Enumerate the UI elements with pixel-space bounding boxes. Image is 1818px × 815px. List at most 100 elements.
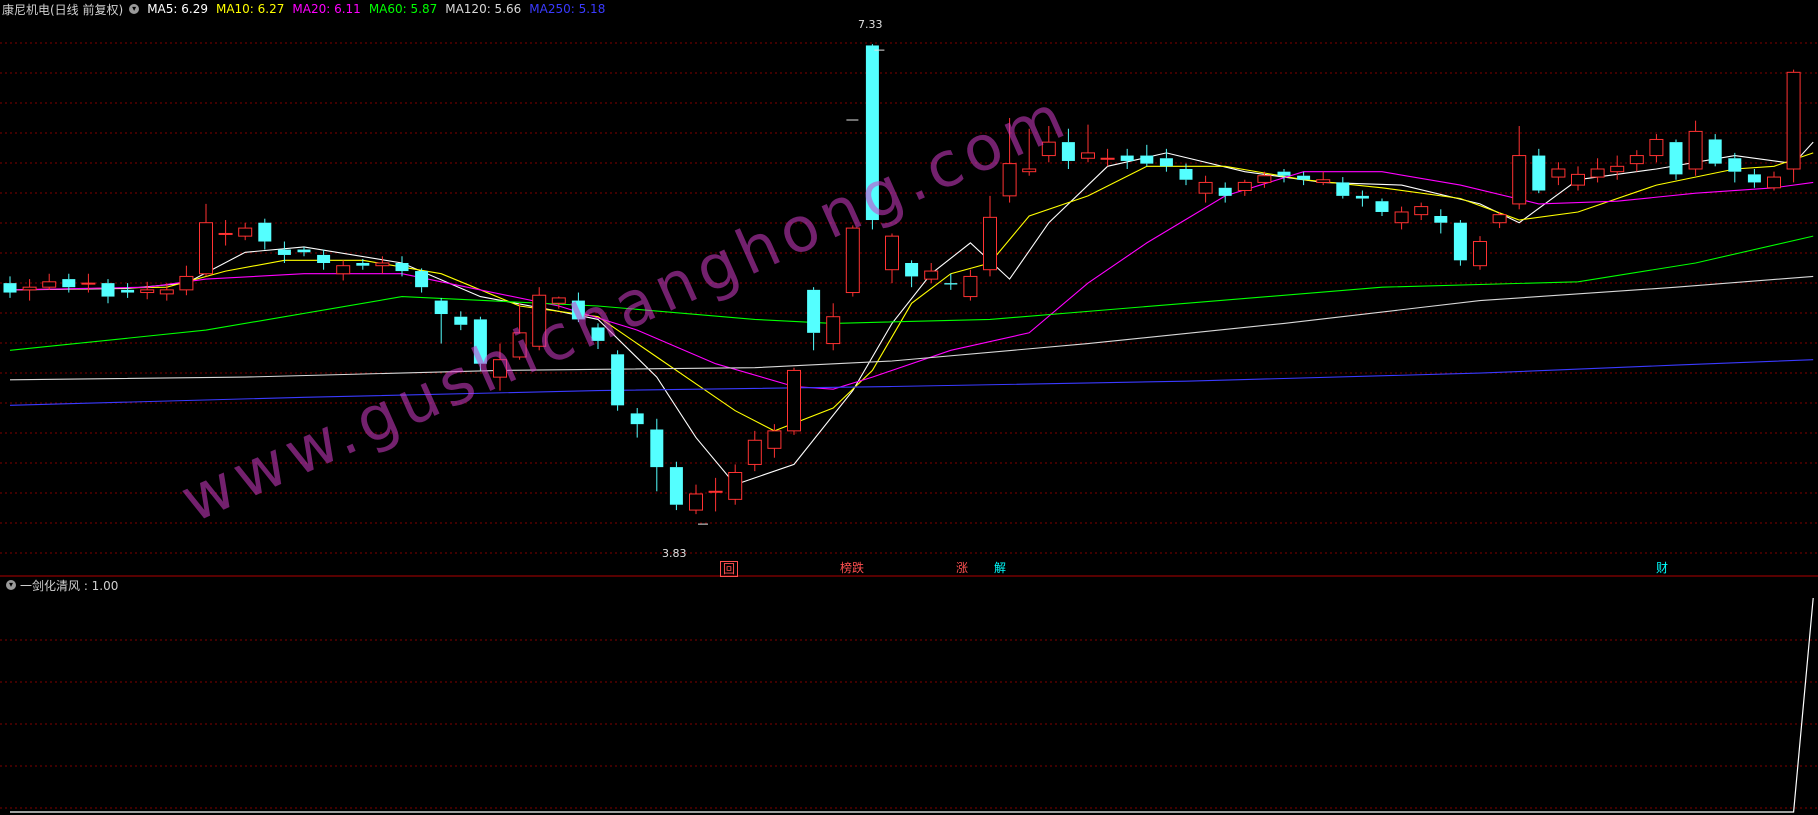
legend-ma120: MA120: 5.66 bbox=[445, 2, 522, 16]
legend-ma20: MA20: 6.11 bbox=[292, 2, 361, 16]
candle-body-down bbox=[905, 263, 919, 277]
candle-body-up bbox=[1571, 173, 1585, 186]
candle-body-down bbox=[1669, 142, 1683, 175]
candle bbox=[826, 303, 841, 351]
candle-body-up bbox=[1257, 175, 1272, 183]
candle-body-down bbox=[1277, 171, 1291, 176]
indicator-legend: ▾ 一剑化清风 : 1.00 bbox=[2, 577, 118, 593]
candle-body-down bbox=[1140, 155, 1154, 164]
candle-body-up bbox=[22, 286, 37, 291]
candle-body-up bbox=[1237, 181, 1252, 191]
candle-body-up bbox=[1512, 155, 1527, 205]
candle bbox=[42, 273, 57, 290]
candlesticks bbox=[3, 44, 1801, 515]
legend-ma5: MA5: 6.29 bbox=[147, 2, 208, 16]
signal-cai: 财 bbox=[1656, 561, 1669, 575]
legend-ma250: MA250: 5.18 bbox=[529, 2, 606, 16]
candle bbox=[434, 297, 448, 344]
candle bbox=[1767, 171, 1781, 191]
candle-body-up bbox=[1492, 214, 1507, 224]
candle-body-down bbox=[591, 327, 605, 341]
candle bbox=[1610, 155, 1625, 180]
candle bbox=[1492, 211, 1507, 229]
candle-body-up bbox=[1316, 179, 1331, 183]
candle-body-up bbox=[1041, 141, 1056, 157]
candle-body-up bbox=[1786, 71, 1801, 170]
candle-body-up bbox=[42, 281, 57, 288]
candle bbox=[1669, 139, 1683, 180]
candle bbox=[807, 287, 821, 351]
candle bbox=[885, 233, 899, 284]
candle bbox=[787, 367, 801, 435]
candle bbox=[571, 292, 585, 323]
candle bbox=[512, 303, 527, 360]
candle bbox=[1061, 128, 1075, 169]
candle bbox=[669, 461, 683, 511]
candle-body-up bbox=[1198, 181, 1213, 194]
candle bbox=[1629, 150, 1644, 172]
candle bbox=[1336, 177, 1350, 199]
candle bbox=[258, 218, 272, 250]
candle-body-up bbox=[787, 369, 801, 432]
candle-body-down bbox=[1061, 142, 1075, 161]
candle bbox=[1022, 128, 1037, 176]
candle-body-up bbox=[767, 430, 782, 449]
candle-body-up bbox=[81, 282, 96, 285]
legend-ma60: MA60: 5.87 bbox=[368, 2, 438, 16]
candle-body-down bbox=[454, 316, 468, 325]
candle bbox=[1002, 117, 1017, 203]
low-price-label: 3.83 bbox=[662, 547, 687, 560]
candle-body-up bbox=[159, 289, 174, 295]
candle bbox=[1512, 126, 1527, 210]
candle bbox=[22, 279, 37, 301]
collapse-icon[interactable]: ▾ bbox=[129, 4, 140, 14]
candle-body-up bbox=[747, 439, 762, 465]
candle bbox=[1571, 166, 1585, 191]
candle bbox=[1649, 134, 1664, 163]
candle-body-down bbox=[1747, 174, 1761, 183]
candle-body-up bbox=[1100, 157, 1115, 160]
collapse-icon[interactable]: ▾ bbox=[6, 580, 16, 590]
candle bbox=[415, 268, 429, 293]
candle-body-down bbox=[571, 300, 585, 320]
candle-body-up bbox=[1022, 168, 1037, 173]
candle-body-down bbox=[415, 271, 429, 288]
candle-body-down bbox=[1708, 139, 1722, 164]
candle bbox=[728, 464, 743, 505]
candle-body-down bbox=[121, 289, 135, 293]
candle bbox=[317, 249, 331, 270]
candle-body-down bbox=[473, 319, 487, 364]
candle-body-down bbox=[944, 283, 958, 285]
candle bbox=[101, 279, 115, 304]
candle bbox=[1688, 120, 1703, 176]
candle-body-down bbox=[1336, 182, 1350, 196]
candle-body-up bbox=[1081, 152, 1095, 159]
candle-body-down bbox=[277, 249, 291, 255]
candle bbox=[1120, 148, 1134, 169]
kline-chart[interactable] bbox=[0, 0, 1818, 815]
candle bbox=[1453, 220, 1467, 266]
candle-body-down bbox=[611, 354, 625, 406]
candle-body-up bbox=[1767, 176, 1781, 189]
candle-body-down bbox=[650, 429, 664, 468]
candle-body-up bbox=[336, 265, 351, 275]
candle-body-up bbox=[238, 227, 253, 237]
candle bbox=[218, 220, 233, 246]
candle bbox=[747, 430, 762, 472]
candle bbox=[845, 225, 860, 297]
candle bbox=[493, 343, 507, 391]
candle bbox=[983, 195, 997, 277]
candle-body-down bbox=[395, 263, 409, 272]
candle-body-up bbox=[885, 235, 899, 271]
candle bbox=[1140, 144, 1154, 167]
candle-body-down bbox=[1375, 201, 1389, 212]
candle-body-down bbox=[1218, 187, 1232, 196]
candle bbox=[336, 260, 351, 281]
indicator-line bbox=[10, 597, 1814, 813]
candle bbox=[81, 273, 96, 293]
candle bbox=[121, 283, 135, 298]
candle-body-down bbox=[356, 263, 370, 266]
candle-body-down bbox=[258, 222, 272, 242]
candle-body-down bbox=[1297, 175, 1311, 180]
candle bbox=[963, 269, 978, 301]
